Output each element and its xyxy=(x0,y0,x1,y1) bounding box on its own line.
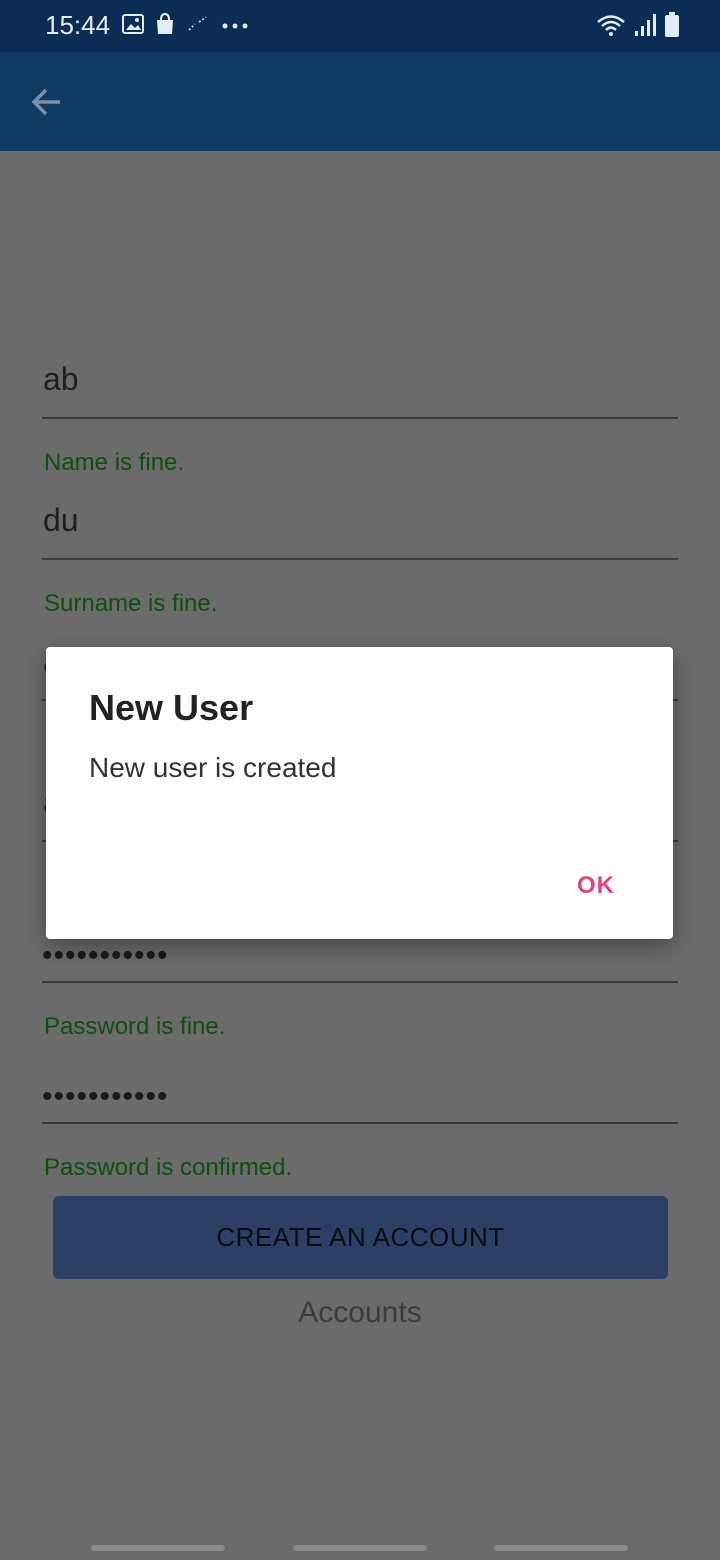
status-icons-right xyxy=(596,12,680,43)
surname-validation-text: Surname is fine. xyxy=(44,590,218,617)
status-time: 15:44 xyxy=(45,10,111,40)
battery-icon xyxy=(664,12,680,43)
accounts-link[interactable]: Accounts xyxy=(0,1296,720,1330)
link-icon xyxy=(186,14,210,39)
image-icon xyxy=(122,13,144,40)
name-input-value: ab xyxy=(43,361,79,397)
dialog-message: New user is created xyxy=(89,752,337,783)
nav-back-button[interactable] xyxy=(494,1545,628,1551)
name-field[interactable]: ab xyxy=(42,361,678,419)
nav-recent-button[interactable] xyxy=(91,1545,225,1551)
confirm-password-field[interactable]: ••••••••••• xyxy=(42,1066,678,1124)
nav-home-button[interactable] xyxy=(293,1545,427,1551)
status-bar: 15:44 xyxy=(0,0,720,52)
new-user-dialog: New User New user is created OK xyxy=(46,647,673,939)
app-bar xyxy=(0,52,720,151)
password-input-value: ••••••••••• xyxy=(42,939,169,972)
dialog-title: New User xyxy=(89,687,254,728)
name-validation-text: Name is fine. xyxy=(44,449,185,476)
create-account-button[interactable]: CREATE AN ACCOUNT xyxy=(53,1196,668,1279)
password-validation-text: Password is fine. xyxy=(44,1013,226,1040)
status-icons-left xyxy=(122,12,250,41)
surname-field[interactable]: du xyxy=(42,502,678,560)
more-dots-icon xyxy=(220,18,250,36)
navigation-bar xyxy=(0,1530,720,1560)
back-arrow-icon[interactable] xyxy=(26,82,66,122)
confirm-password-input-value: ••••••••••• xyxy=(42,1080,169,1113)
signal-icon xyxy=(634,13,656,42)
confirm-password-validation-text: Password is confirmed. xyxy=(44,1154,293,1181)
wifi-icon xyxy=(596,13,626,42)
shopping-bag-icon xyxy=(154,12,176,41)
surname-input-value: du xyxy=(43,502,79,538)
dialog-ok-button[interactable]: OK xyxy=(577,872,615,900)
